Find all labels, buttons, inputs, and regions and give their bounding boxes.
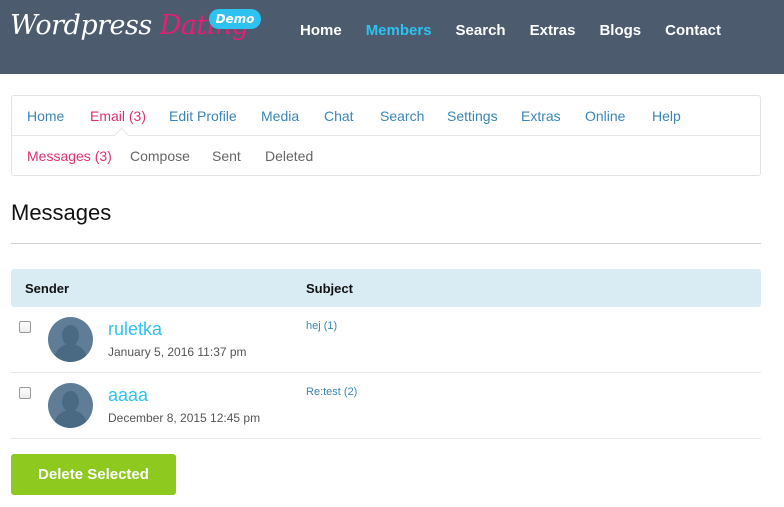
subnav-edit-profile[interactable]: Edit Profile xyxy=(169,108,237,124)
row-select-checkbox[interactable] xyxy=(19,321,31,333)
subnav-email[interactable]: Email (3) xyxy=(90,108,146,124)
top-header: Wordpress Dating Demo Home Members Search… xyxy=(0,0,784,74)
account-subnav: Home Email (3) Edit Profile Media Chat S… xyxy=(11,95,761,176)
delete-selected-button[interactable]: Delete Selected xyxy=(11,454,176,495)
subnav-home[interactable]: Home xyxy=(27,108,64,124)
main-nav-extras[interactable]: Extras xyxy=(530,22,576,40)
logo-word-wordpress: Wordpress xyxy=(10,10,152,41)
subnav-sent[interactable]: Sent xyxy=(212,148,241,164)
subnav-compose[interactable]: Compose xyxy=(130,148,190,164)
row-select-checkbox[interactable] xyxy=(19,387,31,399)
message-row: aaaa December 8, 2015 12:45 pm Re:test (… xyxy=(11,373,761,439)
subnav-extras[interactable]: Extras xyxy=(521,108,561,124)
sender-name[interactable]: aaaa xyxy=(108,385,148,406)
subnav-deleted[interactable]: Deleted xyxy=(265,148,313,164)
page-title: Messages xyxy=(11,200,112,225)
message-row: ruletka January 5, 2016 11:37 pm hej (1) xyxy=(11,307,761,373)
subnav-help[interactable]: Help xyxy=(652,108,681,124)
sender-name[interactable]: ruletka xyxy=(108,319,162,340)
subnav-secondary: Messages (3) Compose Sent Deleted xyxy=(12,136,760,176)
column-header-sender: Sender xyxy=(25,281,70,296)
messages-table-header: Sender Subject xyxy=(11,269,761,307)
main-nav-search[interactable]: Search xyxy=(456,22,506,40)
message-subject-link[interactable]: Re:test (2) xyxy=(306,386,357,398)
message-date: December 8, 2015 12:45 pm xyxy=(108,411,261,425)
demo-badge: Demo xyxy=(209,9,261,29)
column-header-subject: Subject xyxy=(306,281,353,296)
title-divider xyxy=(11,243,761,244)
sender-avatar-icon[interactable] xyxy=(48,383,93,428)
sender-avatar-icon[interactable] xyxy=(48,317,93,362)
message-date: January 5, 2016 11:37 pm xyxy=(108,345,247,359)
main-nav-blogs[interactable]: Blogs xyxy=(599,22,641,40)
main-nav-home[interactable]: Home xyxy=(300,22,342,40)
main-nav-contact[interactable]: Contact xyxy=(665,22,721,40)
message-subject-link[interactable]: hej (1) xyxy=(306,320,337,332)
subnav-chat[interactable]: Chat xyxy=(324,108,354,124)
main-nav-members[interactable]: Members xyxy=(366,22,432,40)
subnav-media[interactable]: Media xyxy=(261,108,299,124)
subnav-search[interactable]: Search xyxy=(380,108,424,124)
main-nav: Home Members Search Extras Blogs Contact xyxy=(300,22,745,40)
subnav-messages[interactable]: Messages (3) xyxy=(27,148,112,164)
subnav-online[interactable]: Online xyxy=(585,108,625,124)
subnav-settings[interactable]: Settings xyxy=(447,108,498,124)
